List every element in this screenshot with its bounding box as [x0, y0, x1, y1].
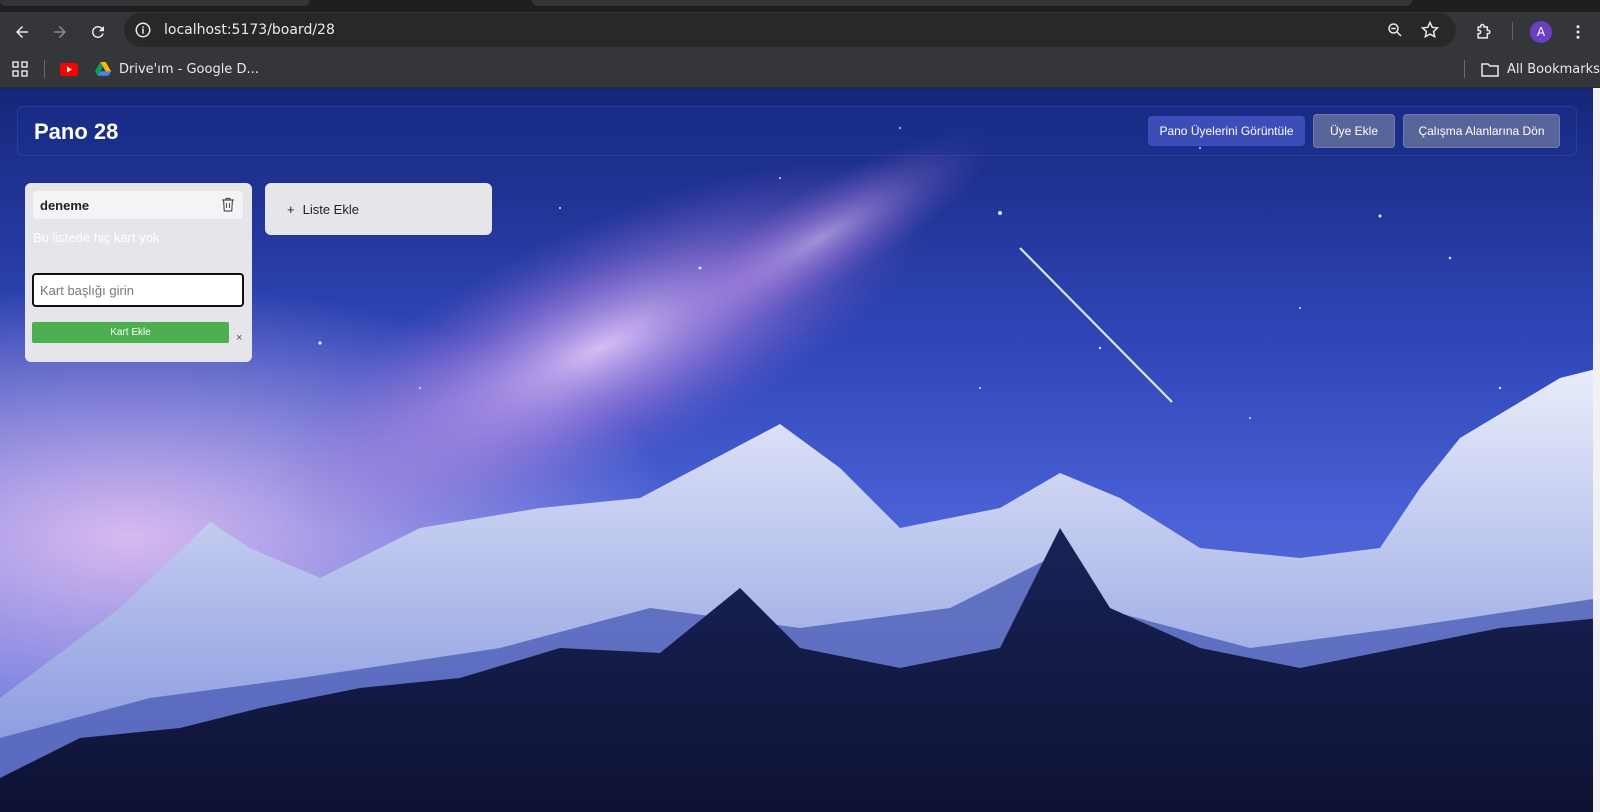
back-button[interactable] — [8, 18, 36, 46]
empty-list-message: Bu listede hiç kart yok — [33, 230, 160, 245]
arrow-right-icon — [54, 26, 66, 38]
browser-toolbar: localhost:5173/board/28 A — [0, 12, 1600, 50]
bookmark-label: Drive'ım - Google D... — [119, 61, 259, 77]
list-title[interactable]: deneme — [40, 198, 89, 213]
bookmarks-bar: Drive'ım - Google D... All Bookmarks — [0, 50, 1600, 88]
site-info-icon[interactable] — [134, 21, 152, 39]
extensions-button[interactable] — [1470, 18, 1498, 46]
page-viewport: Pano 28 Pano Üyelerini Görüntüle Üye Ekl… — [0, 88, 1600, 812]
youtube-icon — [60, 62, 78, 76]
back-to-workspaces-button[interactable]: Çalışma Alanlarına Dön — [1403, 114, 1560, 148]
avatar: A — [1530, 21, 1552, 43]
all-bookmarks-button[interactable]: All Bookmarks — [1481, 58, 1600, 80]
board-list: deneme Bu listede hiç kart yok Kart Ekle… — [25, 183, 252, 362]
page-title: Pano 28 — [34, 119, 119, 144]
forward-button[interactable] — [46, 18, 74, 46]
bookmark-google-drive[interactable]: Drive'ım - Google D... — [95, 58, 259, 80]
card-title-input[interactable] — [32, 273, 244, 307]
bookmark-youtube[interactable] — [60, 58, 78, 80]
puzzle-icon — [1477, 23, 1491, 39]
add-list-button[interactable]: + Liste Ekle — [265, 183, 492, 235]
view-board-members-button[interactable]: Pano Üyelerini Görüntüle — [1148, 116, 1305, 146]
board-header: Pano 28 Pano Üyelerini Görüntüle Üye Ekl… — [17, 106, 1577, 156]
close-icon[interactable]: × — [236, 332, 242, 344]
toolbar-divider — [1512, 22, 1513, 40]
apps-grid-icon — [12, 61, 28, 77]
arrow-left-icon — [16, 26, 28, 38]
tab[interactable] — [0, 0, 310, 6]
url-text[interactable]: localhost:5173/board/28 — [164, 22, 335, 38]
list-header: deneme — [33, 191, 243, 219]
reload-icon — [91, 25, 104, 38]
add-list-label: Liste Ekle — [302, 201, 359, 217]
bookmarks-separator — [44, 60, 45, 78]
zoom-icon[interactable] — [1386, 21, 1404, 39]
google-drive-icon — [95, 62, 111, 76]
tab[interactable] — [532, 0, 1412, 6]
add-card-button[interactable]: Kart Ekle — [32, 322, 229, 343]
bookmark-star-icon[interactable] — [1420, 20, 1440, 40]
browser-menu-button[interactable] — [1564, 18, 1592, 46]
all-bookmarks-label: All Bookmarks — [1507, 61, 1600, 77]
plus-icon: + — [287, 201, 295, 217]
address-bar[interactable]: localhost:5173/board/28 — [124, 13, 1456, 47]
reload-button[interactable] — [84, 18, 112, 46]
apps-button[interactable] — [12, 58, 28, 80]
more-vert-icon — [1576, 25, 1580, 39]
add-member-button[interactable]: Üye Ekle — [1313, 114, 1395, 148]
bookmarks-separator — [1464, 60, 1465, 78]
profile-button[interactable]: A — [1527, 18, 1555, 46]
tab-strip — [0, 0, 1600, 12]
folder-icon — [1481, 62, 1499, 77]
page-scrollbar[interactable] — [1593, 88, 1600, 812]
trash-icon[interactable] — [221, 197, 235, 212]
